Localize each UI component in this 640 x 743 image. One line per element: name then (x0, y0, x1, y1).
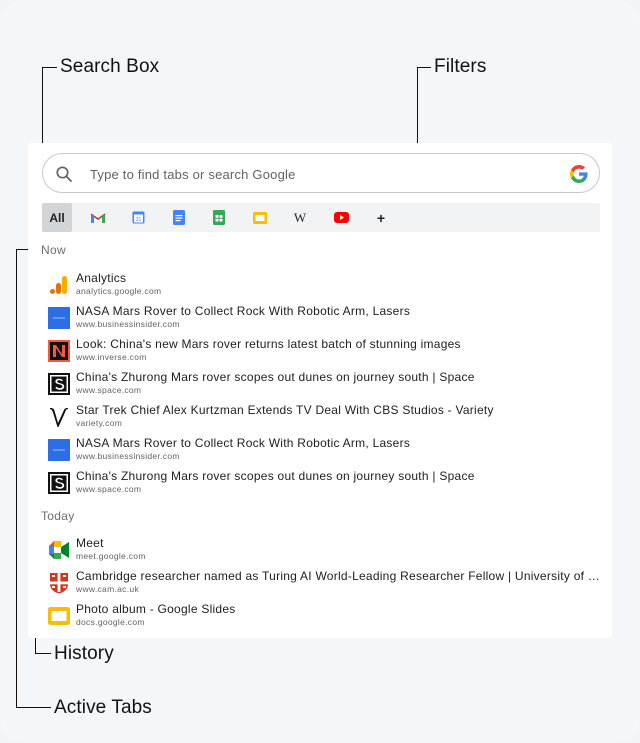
tab-url: www.businessinsider.com (76, 319, 180, 329)
tab-title: China's Zhurong Mars rover scopes out du… (76, 469, 475, 483)
filter-sheets-chip[interactable] (205, 205, 233, 230)
history-item[interactable]: Photo album - Google Slides docs.google.… (48, 602, 603, 630)
slides-icon (48, 607, 70, 625)
gmail-icon (90, 213, 106, 223)
wikipedia-icon: W (293, 209, 307, 225)
tab-url: www.inverse.com (76, 352, 147, 362)
callout-search-box: Search Box (60, 56, 160, 77)
svg-text:31: 31 (135, 217, 141, 223)
business-insider-icon (48, 439, 70, 461)
google-g-icon[interactable] (569, 164, 589, 184)
section-label-now: Now (41, 243, 66, 257)
section-label-today: Today (41, 509, 75, 523)
youtube-icon (333, 212, 349, 223)
filter-all-chip[interactable]: All (42, 203, 72, 232)
filter-docs-chip[interactable] (165, 205, 193, 230)
tab-title: China's Zhurong Mars rover scopes out du… (76, 370, 475, 384)
callout-filters: Filters (434, 56, 487, 77)
history-title: Cambridge researcher named as Turing AI … (76, 569, 601, 583)
tab-url: www.businessinsider.com (76, 451, 180, 461)
tab-search-panel: All 31 (28, 143, 612, 638)
tab-item[interactable]: Analytics analytics.google.com (48, 271, 603, 299)
filter-add-chip[interactable]: + (367, 205, 395, 230)
history-item[interactable]: Cambridge researcher named as Turing AI … (48, 569, 603, 597)
tab-url: www.space.com (76, 484, 142, 494)
history-url: meet.google.com (76, 551, 146, 561)
tab-title: Analytics (76, 271, 127, 285)
tab-url: variety.com (76, 418, 123, 428)
filter-gmail-chip[interactable] (84, 205, 112, 230)
leader-active-tabs-h (16, 707, 51, 708)
tab-item[interactable]: NASA Mars Rover to Collect Rock With Rob… (48, 304, 603, 332)
tab-url: analytics.google.com (76, 286, 162, 296)
history-item[interactable]: Meet meet.google.com (48, 536, 603, 564)
filter-wikipedia-chip[interactable]: W (286, 205, 314, 230)
leader-active-tabs-v (16, 249, 17, 708)
inverse-icon (48, 340, 70, 362)
callout-active-tabs: Active Tabs (54, 697, 152, 718)
tab-item[interactable]: China's Zhurong Mars rover scopes out du… (48, 469, 603, 497)
leader-filters-h (417, 67, 431, 68)
tab-title: NASA Mars Rover to Collect Rock With Rob… (76, 436, 411, 450)
space-icon (48, 373, 70, 395)
tab-title: Look: China's new Mars rover returns lat… (76, 337, 461, 351)
cambridge-icon (50, 573, 68, 594)
filter-slides-chip[interactable] (246, 205, 274, 230)
tab-item[interactable]: Look: China's new Mars rover returns lat… (48, 337, 603, 365)
callout-history: History (54, 643, 114, 664)
history-url: docs.google.com (76, 617, 145, 627)
variety-icon (50, 408, 68, 427)
history-url: www.cam.ac.uk (76, 584, 139, 594)
sheets-icon (213, 210, 225, 225)
analytics-icon (50, 276, 67, 294)
tab-url: www.space.com (76, 385, 142, 395)
slides-icon (253, 211, 267, 224)
tab-item[interactable]: China's Zhurong Mars rover scopes out du… (48, 370, 603, 398)
space-icon (48, 472, 70, 494)
tab-title: Star Trek Chief Alex Kurtzman Extends TV… (76, 403, 494, 417)
meet-icon (49, 541, 69, 559)
tab-item[interactable]: Star Trek Chief Alex Kurtzman Extends TV… (48, 403, 603, 431)
search-icon (56, 166, 72, 182)
docs-icon (173, 210, 185, 225)
plus-icon: + (376, 209, 386, 226)
tab-title: NASA Mars Rover to Collect Rock With Rob… (76, 304, 411, 318)
search-box[interactable] (42, 153, 600, 193)
leader-history-h (35, 653, 51, 654)
search-input[interactable] (90, 163, 550, 185)
history-title: Photo album - Google Slides (76, 602, 236, 616)
tab-item[interactable]: NASA Mars Rover to Collect Rock With Rob… (48, 436, 603, 464)
filter-youtube-chip[interactable] (327, 205, 355, 230)
history-title: Meet (76, 536, 104, 550)
filter-bar: All 31 W + (42, 203, 600, 232)
leader-search-box-h (42, 67, 57, 68)
filter-calendar-chip[interactable]: 31 (124, 205, 152, 230)
calendar-icon: 31 (132, 211, 144, 224)
business-insider-icon (48, 307, 70, 329)
